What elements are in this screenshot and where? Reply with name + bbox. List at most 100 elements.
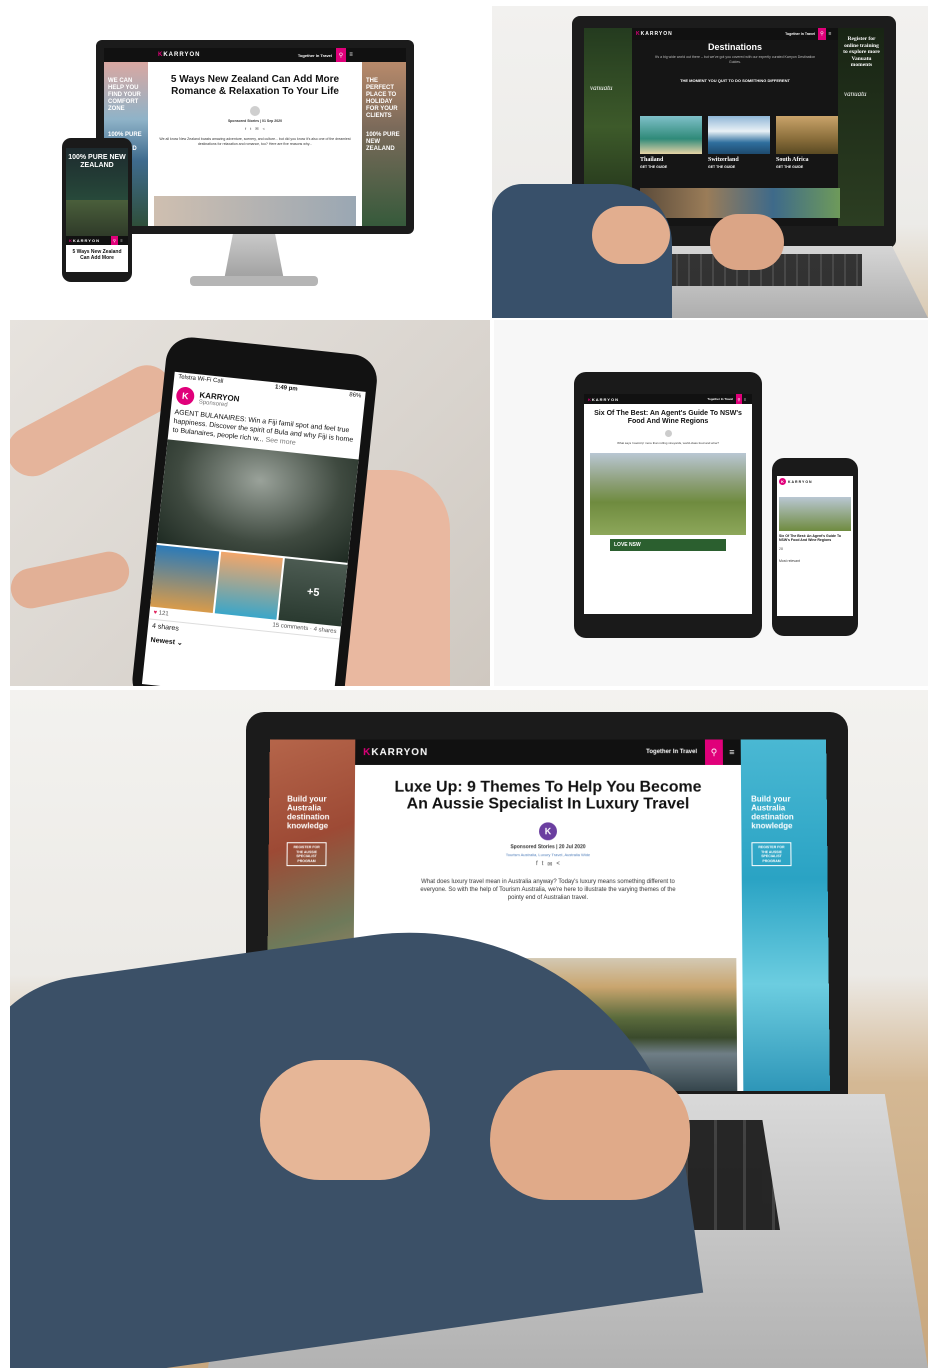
nav-tagline[interactable]: Together In Travel xyxy=(707,397,733,401)
facebook-icon[interactable]: f xyxy=(245,126,246,131)
ad-skin-right[interactable]: Register for online training to explore … xyxy=(838,28,884,226)
karryon-logo[interactable]: KKARRYON xyxy=(363,747,428,758)
article-intro: What says 'road-trip' more than rolling … xyxy=(617,441,719,445)
destination-name: South Africa xyxy=(776,157,809,163)
search-icon[interactable]: ⚲ xyxy=(704,739,723,765)
article-title: Luxe Up: 9 Themes To Help You Become An … xyxy=(394,778,702,813)
post-link-title[interactable]: Six Of The Best: An Agent's Guide To NSW… xyxy=(777,533,853,543)
author-avatar: K xyxy=(539,822,557,841)
like-count[interactable]: 28 xyxy=(777,543,853,555)
destination-image xyxy=(708,116,770,154)
twitter-icon[interactable]: t xyxy=(250,126,251,131)
skin-right-text: Register for online training to explore … xyxy=(843,36,880,68)
skin-left-text: Build your Australia destination knowled… xyxy=(286,794,330,831)
author-avatar xyxy=(250,106,260,116)
hero-image xyxy=(154,196,356,226)
mockup-laptop-luxe-up: Build your Australia destination knowled… xyxy=(10,690,928,1368)
smartphone: Telstra Wi-Fi Call 1:49 pm 86% K KARRYON… xyxy=(129,334,380,686)
destination-card-thailand[interactable]: Thailand GET THE GUIDE xyxy=(640,116,702,176)
menu-icon[interactable]: ≡ xyxy=(723,739,741,765)
karryon-logo[interactable]: KKARRYON xyxy=(69,238,100,243)
destination-name: Switzerland xyxy=(708,157,739,163)
site-header: KKARRYON Together In Travel ⚲ ≡ xyxy=(584,394,752,404)
share-count[interactable]: 4 shares xyxy=(313,627,337,635)
reaction-count[interactable]: ♥ 121 xyxy=(153,610,169,618)
nav-tagline[interactable]: Together In Travel xyxy=(646,749,697,755)
mobile-phone: K KARRYON Six Of The Best: An Agent's Gu… xyxy=(772,458,858,636)
see-more-link[interactable]: See more xyxy=(265,437,296,447)
search-icon[interactable]: ⚲ xyxy=(336,48,346,62)
post-thumb[interactable] xyxy=(150,544,219,614)
share-icons[interactable]: f t ✉ < xyxy=(154,126,356,131)
article-tags[interactable]: Tourism Australia, Luxury Travel, Austra… xyxy=(354,852,741,857)
share-icon[interactable]: < xyxy=(556,861,560,868)
skin-right-brand: vanuatu xyxy=(844,90,867,98)
phone-ad-photo xyxy=(66,200,128,236)
article-content: 5 Ways New Zealand Can Add More Romance … xyxy=(154,74,356,146)
user-left-hand xyxy=(592,206,670,264)
desktop-monitor: KKARRYON Together In Travel ⚲ ≡ WE CAN H… xyxy=(96,40,414,234)
skin-left-cta[interactable]: REGISTER FOR THE AUSSIE SPECIALIST PROGR… xyxy=(286,842,327,867)
share-icons[interactable]: f t ✉ < xyxy=(354,861,741,868)
phone-hero-ad[interactable]: 100% PURE NEW ZEALAND xyxy=(66,148,128,200)
email-icon[interactable]: ✉ xyxy=(255,126,258,131)
user-thumb xyxy=(10,547,133,613)
ad-skin-right[interactable]: Build your Australia destination knowled… xyxy=(740,739,830,1092)
menu-icon[interactable]: ≡ xyxy=(742,394,748,404)
search-icon[interactable]: ⚲ xyxy=(111,236,118,245)
more-photos-count[interactable]: +5 xyxy=(278,558,348,627)
ad-skin-right[interactable]: THE PERFECT PLACE TO HOLIDAY FOR YOUR CL… xyxy=(362,62,406,226)
nsw-banner-ad[interactable]: LOVE NSW xyxy=(610,539,726,551)
comment-sort[interactable]: Most relevant xyxy=(777,555,853,567)
mockup-laptop-destinations: vanuatu Register for online training to … xyxy=(492,6,928,318)
destination-image xyxy=(776,116,838,154)
article-intro: What does luxury travel mean in Australi… xyxy=(420,879,676,902)
nav-tagline[interactable]: Together In Travel xyxy=(785,32,815,36)
user-right-hand xyxy=(710,214,784,270)
post-thumb[interactable] xyxy=(214,551,284,620)
comment-count[interactable]: 15 comments xyxy=(272,622,308,632)
promo-banner[interactable]: THE MOMENT YOU QUIT TO DO SOMETHING DIFF… xyxy=(632,78,838,83)
site-header: KKARRYON Together In Travel ⚲ ≡ xyxy=(355,739,741,765)
nav-tagline[interactable]: Together In Travel xyxy=(298,53,332,58)
article-title: Six Of The Best: An Agent's Guide To NSW… xyxy=(594,410,742,425)
article-meta: Sponsored Stories | 20 Jul 2020 xyxy=(510,844,586,851)
author-avatar xyxy=(664,430,672,437)
share-icon[interactable]: < xyxy=(263,126,265,131)
skin-right-text: THE PERFECT PLACE TO HOLIDAY FOR YOUR CL… xyxy=(366,78,398,119)
chevron-down-icon: ⌄ xyxy=(176,639,184,648)
get-guide-link[interactable]: GET THE GUIDE xyxy=(776,165,838,169)
destination-card-south-africa[interactable]: South Africa GET THE GUIDE xyxy=(776,116,838,176)
karryon-logo[interactable]: KKARRYON xyxy=(158,52,200,58)
mobile-phone: 100% PURE NEW ZEALAND KKARRYON ⚲ ≡ 5 Way… xyxy=(62,138,132,282)
facebook-icon[interactable]: f xyxy=(536,861,538,868)
get-guide-link[interactable]: GET THE GUIDE xyxy=(708,165,770,169)
site-header: KKARRYON Together In Travel ⚲ ≡ xyxy=(632,28,838,40)
page-avatar[interactable]: K xyxy=(779,478,786,485)
post-image[interactable] xyxy=(779,497,851,531)
monitor-screen: KKARRYON Together In Travel ⚲ ≡ WE CAN H… xyxy=(104,48,406,226)
page-name[interactable]: KARRYON xyxy=(788,480,813,484)
hero-image xyxy=(590,453,746,535)
skin-left-text: WE CAN HELP YOU FIND YOUR COMFORT ZONE xyxy=(108,78,141,112)
mockup-phone-facebook-post: Telstra Wi-Fi Call 1:49 pm 86% K KARRYON… xyxy=(10,320,490,686)
destination-name: Thailand xyxy=(640,157,664,163)
search-icon[interactable]: ⚲ xyxy=(818,28,826,40)
get-guide-link[interactable]: GET THE GUIDE xyxy=(640,165,702,169)
karryon-logo[interactable]: KKARRYON xyxy=(588,397,619,402)
site-header: KKARRYON Together In Travel ⚲ ≡ xyxy=(104,48,406,62)
menu-icon[interactable]: ≡ xyxy=(346,48,356,62)
karryon-logo[interactable]: KKARRYON xyxy=(636,31,673,37)
menu-icon[interactable]: ≡ xyxy=(826,28,834,40)
menu-icon[interactable]: ≡ xyxy=(118,236,125,245)
destination-card-switzerland[interactable]: Switzerland GET THE GUIDE xyxy=(708,116,770,176)
user-left-hand xyxy=(260,1060,430,1180)
page-avatar[interactable]: K xyxy=(175,386,196,406)
twitter-icon[interactable]: t xyxy=(542,861,544,868)
destinations-header: Destinations It's a big wide world out t… xyxy=(632,42,838,83)
skin-right-cta[interactable]: REGISTER FOR THE AUSSIE SPECIALIST PROGR… xyxy=(751,842,792,867)
post-main-image[interactable] xyxy=(156,439,359,563)
email-icon[interactable]: ✉ xyxy=(547,861,552,868)
post-header: K KARRYON xyxy=(777,476,853,487)
status-battery: 86% xyxy=(348,392,362,400)
